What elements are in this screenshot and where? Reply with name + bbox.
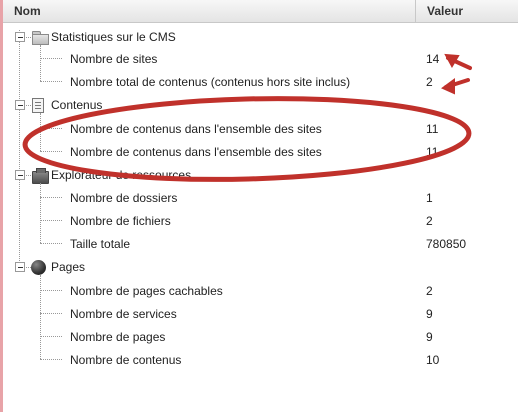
- row-label[interactable]: Nombre de pages cachables: [70, 284, 223, 298]
- row-label[interactable]: Nombre de contenus: [70, 353, 181, 367]
- tree-connector: [24, 267, 31, 268]
- document-icon: [32, 98, 44, 113]
- tree-connector: [40, 243, 62, 244]
- group-label[interactable]: Contenus: [51, 98, 102, 112]
- page-ball-icon: [31, 260, 46, 275]
- row-label[interactable]: Nombre de contenus dans l'ensemble des s…: [70, 145, 322, 159]
- tree-connector: [40, 359, 62, 360]
- row-value: 9: [426, 330, 433, 344]
- tree-connector: [40, 313, 62, 314]
- row-value: 2: [426, 284, 433, 298]
- tree-connector: [24, 37, 31, 38]
- row-value: 10: [426, 353, 440, 367]
- tree-connector: [40, 275, 41, 359]
- tree-connector: [40, 197, 62, 198]
- row-value: 11: [426, 145, 439, 159]
- group-label[interactable]: Explorateur de ressources: [51, 168, 191, 182]
- row-label[interactable]: Nombre de dossiers: [70, 191, 177, 205]
- row-value: 14: [426, 52, 440, 66]
- tree-connector: [40, 81, 62, 82]
- tree-connector: [24, 105, 31, 106]
- row-label[interactable]: Nombre de fichiers: [70, 214, 171, 228]
- tree-connector: [40, 220, 62, 221]
- row-value: 11: [426, 122, 439, 136]
- tree-connector: [40, 336, 62, 337]
- tree-connector: [40, 183, 41, 243]
- row-value: 9: [426, 307, 433, 321]
- row-label[interactable]: Nombre de services: [70, 307, 177, 321]
- tree-connector: [24, 175, 31, 176]
- tree-connector: [40, 290, 62, 291]
- tree-connector: [40, 151, 62, 152]
- tree-connector: [40, 58, 62, 59]
- row-value: 780850: [426, 237, 467, 251]
- statistics-tree: Statistiques sur le CMS Nombre de sites …: [0, 0, 518, 412]
- row-value: 1: [426, 191, 433, 205]
- row-label[interactable]: Nombre de pages: [70, 330, 165, 344]
- row-label[interactable]: Nombre de contenus dans l'ensemble des s…: [70, 122, 322, 136]
- group-label[interactable]: Statistiques sur le CMS: [51, 30, 176, 44]
- row-value: 2: [426, 214, 433, 228]
- row-label[interactable]: Nombre de sites: [70, 52, 157, 66]
- row-label[interactable]: Nombre total de contenus (contenus hors …: [70, 75, 350, 89]
- row-label[interactable]: Taille totale: [70, 237, 130, 251]
- tree-connector: [40, 113, 41, 151]
- tree-connector: [19, 30, 20, 267]
- folder-icon: [32, 31, 49, 45]
- row-value: 2: [426, 75, 433, 89]
- tree-connector: [40, 128, 62, 129]
- tree-connector: [40, 45, 41, 81]
- group-label[interactable]: Pages: [51, 260, 85, 274]
